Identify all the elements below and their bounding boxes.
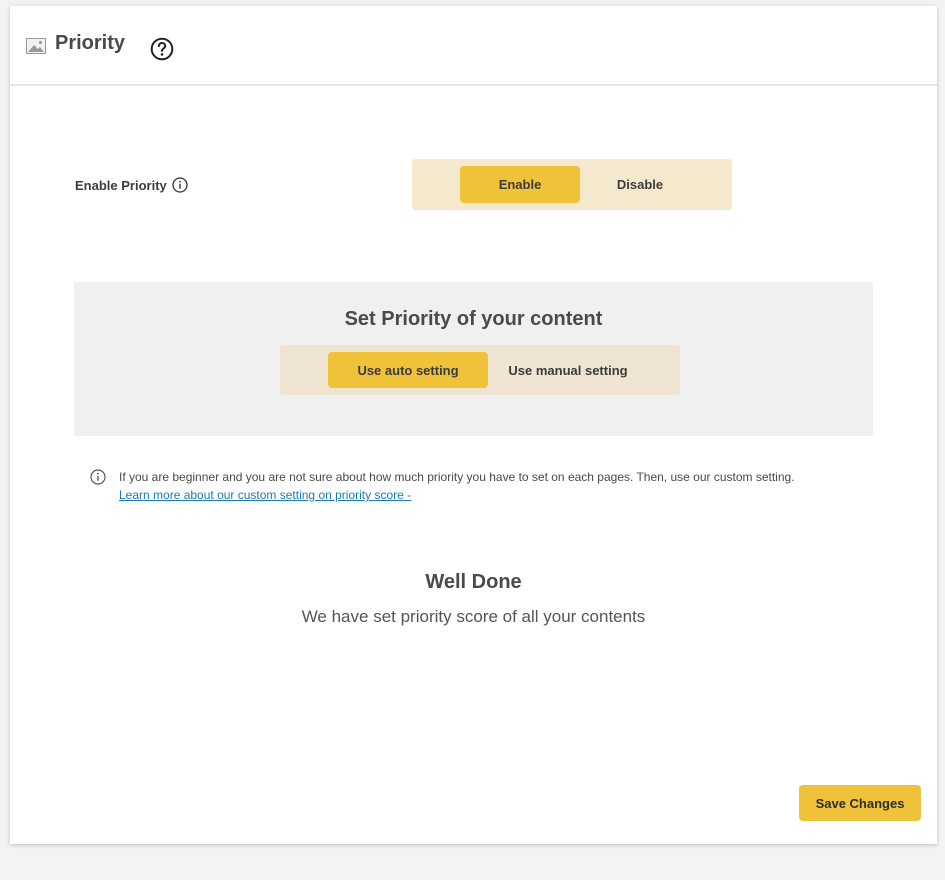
well-done-subtitle: We have set priority score of all your c… (301, 607, 646, 626)
image-icon (26, 38, 46, 54)
priority-setting-title: Set Priority of your content (344, 308, 603, 330)
help-circle-icon[interactable] (150, 37, 174, 61)
enable-button[interactable]: Enable (460, 166, 580, 203)
card-header: Priority (10, 6, 937, 86)
info-icon (90, 469, 106, 485)
settings-card: Priority Enable Priority Enable Disable … (10, 6, 937, 844)
priority-mode-toggle: Use auto setting Use manual setting (280, 345, 680, 395)
enable-priority-label: Enable Priority (75, 177, 188, 193)
enable-priority-text: Enable Priority (75, 177, 167, 193)
disable-button[interactable]: Disable (580, 166, 700, 203)
priority-setting-panel: Set Priority of your content Use auto se… (74, 282, 873, 436)
auto-setting-button[interactable]: Use auto setting (328, 352, 488, 388)
manual-setting-button[interactable]: Use manual setting (488, 352, 648, 388)
page-title: Priority (55, 32, 126, 54)
learn-more-link[interactable]: Learn more about our custom setting on p… (119, 488, 411, 502)
save-changes-button[interactable]: Save Changes (799, 785, 921, 821)
enable-priority-toggle: Enable Disable (412, 159, 732, 210)
info-text: If you are beginner and you are not sure… (119, 470, 795, 484)
well-done-title: Well Done (425, 571, 522, 593)
info-icon[interactable] (172, 177, 188, 193)
